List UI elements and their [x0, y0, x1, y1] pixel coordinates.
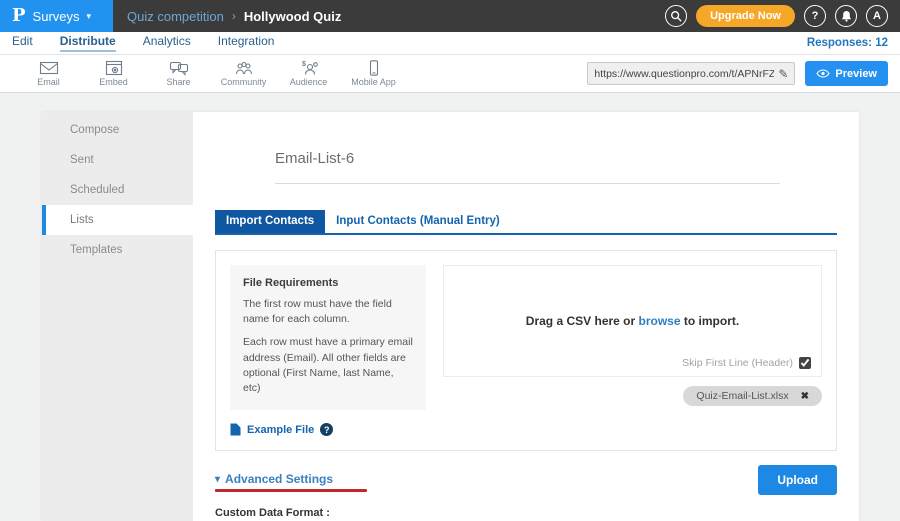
- edit-url-icon[interactable]: ✎: [774, 67, 788, 81]
- product-menu-label: Surveys: [33, 9, 80, 24]
- breadcrumb-separator-icon: ›: [232, 9, 236, 23]
- upload-button[interactable]: Upload: [758, 465, 837, 495]
- file-requirements-box: File Requirements The first row must hav…: [230, 265, 426, 410]
- account-avatar[interactable]: A: [866, 5, 888, 27]
- file-requirements-title: File Requirements: [243, 277, 413, 289]
- red-annotation-underline: [215, 489, 367, 492]
- browse-link[interactable]: browse: [639, 314, 681, 328]
- sidebar-item-scheduled[interactable]: Scheduled: [42, 175, 193, 205]
- survey-url-group: ✎ Preview: [587, 61, 888, 86]
- mobile-app-icon: [364, 60, 384, 76]
- file-requirements-text-2: Each row must have a primary email addre…: [243, 335, 413, 396]
- document-icon: [230, 423, 241, 436]
- advanced-settings-block: ▾ Advanced Settings: [215, 472, 367, 492]
- embed-icon: [104, 60, 124, 76]
- header-actions: Upgrade Now ? A: [665, 0, 900, 32]
- svg-text:$: $: [302, 61, 306, 68]
- nav-tab-analytics[interactable]: Analytics: [143, 34, 191, 52]
- dropzone-text: Drag a CSV here or browse to import.: [444, 314, 821, 328]
- skip-first-line-row: Skip First Line (Header): [682, 357, 811, 369]
- tool-embed[interactable]: Embed: [81, 60, 146, 87]
- advanced-settings-row: ▾ Advanced Settings Upload: [215, 472, 837, 495]
- upgrade-now-button[interactable]: Upgrade Now: [696, 5, 795, 27]
- survey-url-box: ✎: [587, 62, 795, 85]
- custom-data-format-label: Custom Data Format :: [215, 507, 837, 519]
- uploaded-file-row: Quiz-Email-List.xlsx ✖: [443, 386, 822, 406]
- example-file-link[interactable]: Example File: [247, 424, 314, 436]
- email-sidebar: Compose Sent Scheduled Lists Templates: [42, 112, 193, 521]
- csv-dropzone[interactable]: Drag a CSV here or browse to import. Ski…: [443, 265, 822, 377]
- responses-count[interactable]: Responses: 12: [807, 37, 888, 49]
- sidebar-item-lists[interactable]: Lists: [42, 205, 193, 235]
- community-icon: [234, 60, 254, 76]
- surveys-menu[interactable]: P Surveys ▾: [0, 0, 113, 32]
- list-name-value: Email-List-6: [275, 150, 354, 167]
- survey-url-input[interactable]: [594, 68, 774, 80]
- import-info-column: File Requirements The first row must hav…: [230, 265, 426, 436]
- tab-import-contacts[interactable]: Import Contacts: [215, 210, 325, 233]
- questionpro-app: P Surveys ▾ Quiz competition › Hollywood…: [0, 0, 900, 521]
- contacts-tabs: Import Contacts Input Contacts (Manual E…: [215, 210, 837, 235]
- preview-button[interactable]: Preview: [805, 61, 888, 86]
- bell-icon: [841, 10, 852, 22]
- audience-icon: $: [298, 60, 320, 76]
- import-upload-column: Drag a CSV here or browse to import. Ski…: [443, 265, 822, 436]
- questionpro-logo-icon: P: [12, 7, 26, 25]
- top-header: P Surveys ▾ Quiz competition › Hollywood…: [0, 0, 900, 32]
- list-name-field[interactable]: Email-List-6: [275, 150, 780, 184]
- example-file-row: Example File ?: [230, 423, 426, 436]
- breadcrumb-parent[interactable]: Quiz competition: [127, 9, 224, 24]
- eye-icon: [816, 69, 830, 78]
- survey-nav: Edit Distribute Analytics Integration Re…: [0, 32, 900, 55]
- advanced-settings-toggle[interactable]: ▾ Advanced Settings: [215, 472, 367, 486]
- notifications-button[interactable]: [835, 5, 857, 27]
- sidebar-item-templates[interactable]: Templates: [42, 235, 193, 265]
- caret-down-icon: ▾: [87, 12, 92, 21]
- tool-community[interactable]: Community: [211, 60, 276, 87]
- breadcrumb: Quiz competition › Hollywood Quiz: [127, 0, 341, 32]
- distribute-toolbar: Email Embed Share Community $: [0, 55, 900, 93]
- help-button[interactable]: ?: [804, 5, 826, 27]
- uploaded-file-name: Quiz-Email-List.xlsx: [696, 390, 788, 402]
- sidebar-item-sent[interactable]: Sent: [42, 145, 193, 175]
- remove-file-icon[interactable]: ✖: [801, 391, 809, 402]
- search-icon: [670, 10, 682, 22]
- caret-down-icon: ▾: [215, 474, 220, 485]
- tool-share[interactable]: Share: [146, 60, 211, 87]
- nav-tab-edit[interactable]: Edit: [12, 34, 33, 52]
- nav-tab-distribute[interactable]: Distribute: [60, 34, 116, 52]
- breadcrumb-current: Hollywood Quiz: [244, 9, 342, 24]
- sidebar-item-compose[interactable]: Compose: [42, 115, 193, 145]
- tool-mobile-app[interactable]: Mobile App: [341, 60, 406, 87]
- skip-first-line-checkbox[interactable]: [799, 357, 811, 369]
- tab-input-contacts-manual[interactable]: Input Contacts (Manual Entry): [325, 210, 511, 233]
- skip-first-line-label: Skip First Line (Header): [682, 357, 793, 369]
- tool-email[interactable]: Email: [16, 60, 81, 87]
- help-question-icon[interactable]: ?: [320, 423, 333, 436]
- list-content: Email-List-6 Import Contacts Input Conta…: [193, 112, 859, 521]
- tool-audience[interactable]: $ Audience: [276, 60, 341, 87]
- file-requirements-text-1: The first row must have the field name f…: [243, 297, 413, 327]
- nav-tab-integration[interactable]: Integration: [218, 34, 275, 52]
- email-distribution-panel: Compose Sent Scheduled Lists Templates E…: [42, 112, 859, 521]
- uploaded-file-chip: Quiz-Email-List.xlsx ✖: [683, 386, 822, 406]
- share-icon: [169, 60, 189, 76]
- import-contacts-section: File Requirements The first row must hav…: [215, 250, 837, 451]
- search-button[interactable]: [665, 5, 687, 27]
- email-icon: [39, 60, 59, 76]
